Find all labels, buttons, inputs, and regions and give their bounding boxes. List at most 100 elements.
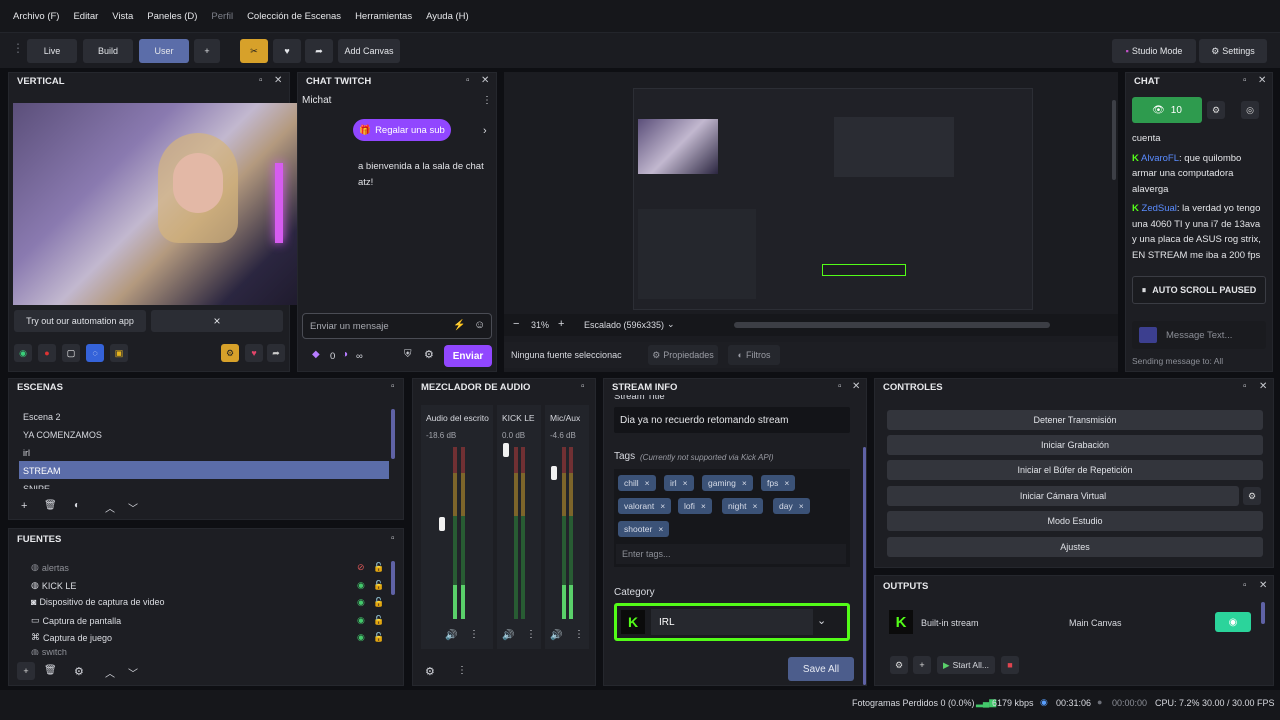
tag-chip[interactable]: gaming × — [702, 475, 753, 491]
stop-icon[interactable]: ▢ — [62, 344, 80, 362]
add-source-icon[interactable]: + — [17, 662, 35, 680]
heart-icon[interactable]: ♥ — [273, 39, 301, 63]
channel-points-icon[interactable]: ◆ — [312, 349, 320, 360]
tag-remove-icon[interactable]: × — [683, 478, 688, 488]
tags-input[interactable]: Enter tags... — [616, 544, 846, 564]
trash-icon[interactable]: 🗑 — [44, 500, 57, 511]
menu-tools[interactable]: Herramientas — [348, 11, 419, 22]
start-recording-button[interactable]: Iniciar Grabación — [887, 435, 1263, 455]
zoom-out-icon[interactable]: − — [513, 318, 519, 330]
zoom-in-icon[interactable]: + — [558, 318, 564, 330]
trash-icon[interactable]: 🗑 — [44, 665, 57, 676]
mode-live-button[interactable]: Live — [27, 39, 77, 63]
properties-button[interactable]: ⚙ Propiedades — [648, 345, 718, 365]
gear-icon[interactable]: ⚙ — [890, 656, 908, 674]
auto-scroll-paused-button[interactable]: ⏸ AUTO SCROLL PAUSED — [1132, 276, 1266, 304]
filter-icon[interactable]: ◐ — [74, 500, 80, 511]
filters-button[interactable]: ◐ Filtros — [728, 345, 780, 365]
tag-chip[interactable]: fps × — [761, 475, 796, 491]
tag-remove-icon[interactable]: × — [701, 501, 706, 511]
source-item[interactable]: ◍ KICK LE — [31, 580, 76, 591]
eye-icon[interactable]: ◉ — [357, 597, 365, 608]
chevron-down-icon[interactable]: ⌄ — [667, 319, 675, 330]
menu-docks[interactable]: Paneles (D) — [140, 11, 204, 22]
menu-file[interactable]: Archivo (F) — [6, 11, 66, 22]
speaker-icon[interactable]: 🔊 — [445, 630, 457, 641]
settings-button[interactable]: Ajustes — [887, 537, 1263, 557]
float-icon[interactable]: ▫ — [391, 533, 395, 544]
scene-item[interactable]: Escena 2 — [19, 407, 389, 425]
tag-remove-icon[interactable]: × — [660, 501, 665, 511]
popout-icon[interactable]: ◎ — [1241, 101, 1259, 119]
stream-title-input[interactable]: Dia ya no recuerdo retomando stream — [614, 407, 850, 433]
start-all-button[interactable]: ▶ Start All... — [937, 656, 995, 674]
lock-icon[interactable]: 🔓 — [373, 580, 384, 591]
chevron-right-icon[interactable]: › — [483, 125, 487, 137]
gift-sub-button[interactable]: 🎁 Regalar una sub — [353, 119, 451, 141]
move-up-icon[interactable]: ︿ — [105, 500, 115, 515]
close-icon[interactable]: ✕ — [274, 75, 282, 86]
chat-input[interactable]: Message Text... — [1132, 321, 1266, 349]
live-icon[interactable]: ◉ — [14, 344, 32, 362]
volume-fader[interactable] — [439, 517, 445, 531]
share-icon[interactable]: ➦ — [267, 344, 285, 362]
studio-mode-button[interactable]: ▪ Studio Mode — [1112, 39, 1196, 63]
float-icon[interactable]: ▫ — [838, 381, 842, 392]
tag-chip[interactable]: day × — [773, 498, 810, 514]
lock-icon[interactable]: 🔓 — [373, 615, 384, 626]
settings-icon[interactable]: ⚙ — [221, 344, 239, 362]
source-item[interactable]: ◍ alertas — [31, 562, 69, 573]
tag-remove-icon[interactable]: × — [752, 501, 757, 511]
eye-icon[interactable]: ◉ — [357, 615, 365, 626]
speaker-icon[interactable]: 🔊 — [502, 630, 514, 641]
close-icon[interactable]: ✕ — [852, 381, 860, 392]
stop-streaming-button[interactable]: Detener Transmisión — [887, 410, 1263, 430]
volume-fader[interactable] — [551, 466, 557, 480]
horizontal-scrollbar[interactable] — [734, 322, 1050, 328]
source-item[interactable]: ◍ switch — [31, 649, 67, 655]
tag-remove-icon[interactable]: × — [799, 501, 804, 511]
move-down-icon[interactable]: ﹀ — [128, 665, 138, 680]
mode-user-button[interactable]: User — [139, 39, 189, 63]
close-icon[interactable]: ✕ — [1259, 381, 1267, 392]
automation-close-button[interactable]: × — [151, 310, 283, 332]
float-icon[interactable]: ▫ — [581, 381, 585, 392]
tag-chip[interactable]: shooter × — [618, 521, 670, 537]
sync-icon[interactable]: ◌ — [86, 344, 104, 362]
more-icon[interactable]: ⋮ — [469, 629, 479, 640]
share-icon[interactable]: ➦ — [305, 39, 333, 63]
close-icon[interactable]: ✕ — [481, 75, 489, 86]
scene-item-selected[interactable]: STREAM — [19, 461, 389, 479]
chevron-down-icon[interactable]: ⌄ — [817, 614, 826, 627]
source-scrollbar[interactable] — [391, 561, 395, 595]
volume-fader[interactable] — [503, 443, 509, 457]
mixer-settings-icon[interactable]: ⚙ — [425, 665, 435, 678]
add-output-icon[interactable]: + — [913, 656, 931, 674]
tag-remove-icon[interactable]: × — [658, 524, 663, 534]
scene-item[interactable]: irl — [19, 443, 389, 461]
gear-icon[interactable]: ⚙ — [74, 665, 84, 678]
preview-scrollbar[interactable] — [1112, 100, 1116, 180]
mode-build-button[interactable]: Build — [83, 39, 133, 63]
studio-mode-button[interactable]: Modo Estudio — [887, 511, 1263, 531]
live-toggle-icon[interactable]: ◉ — [1215, 612, 1251, 632]
heart-icon[interactable]: ♥ — [245, 344, 263, 362]
tag-chip[interactable]: night × — [722, 498, 764, 514]
scale-select[interactable]: Escalado (596x335) — [584, 320, 664, 330]
float-icon[interactable]: ▫ — [259, 75, 263, 86]
add-canvas-button[interactable]: Add Canvas — [338, 39, 400, 63]
add-mode-button[interactable]: + — [194, 39, 220, 63]
category-select[interactable]: K IRL ⌄ — [614, 603, 850, 641]
move-down-icon[interactable]: ﹀ — [128, 500, 138, 515]
float-icon[interactable]: ▫ — [1243, 580, 1247, 591]
menu-edit[interactable]: Editar — [66, 11, 105, 22]
eye-hidden-icon[interactable]: ⊘ — [357, 562, 365, 573]
tag-chip[interactable]: chill × — [618, 475, 656, 491]
stop-all-icon[interactable]: ■ — [1001, 656, 1019, 674]
bits-icon[interactable]: ⚡ — [453, 320, 465, 331]
tag-chip[interactable]: lofi × — [678, 498, 712, 514]
settings-button[interactable]: ⚙ Settings — [1199, 39, 1267, 63]
lock-icon[interactable]: 🔓 — [373, 562, 384, 573]
stream-info-scrollbar[interactable] — [863, 447, 866, 685]
tag-remove-icon[interactable]: × — [645, 478, 650, 488]
